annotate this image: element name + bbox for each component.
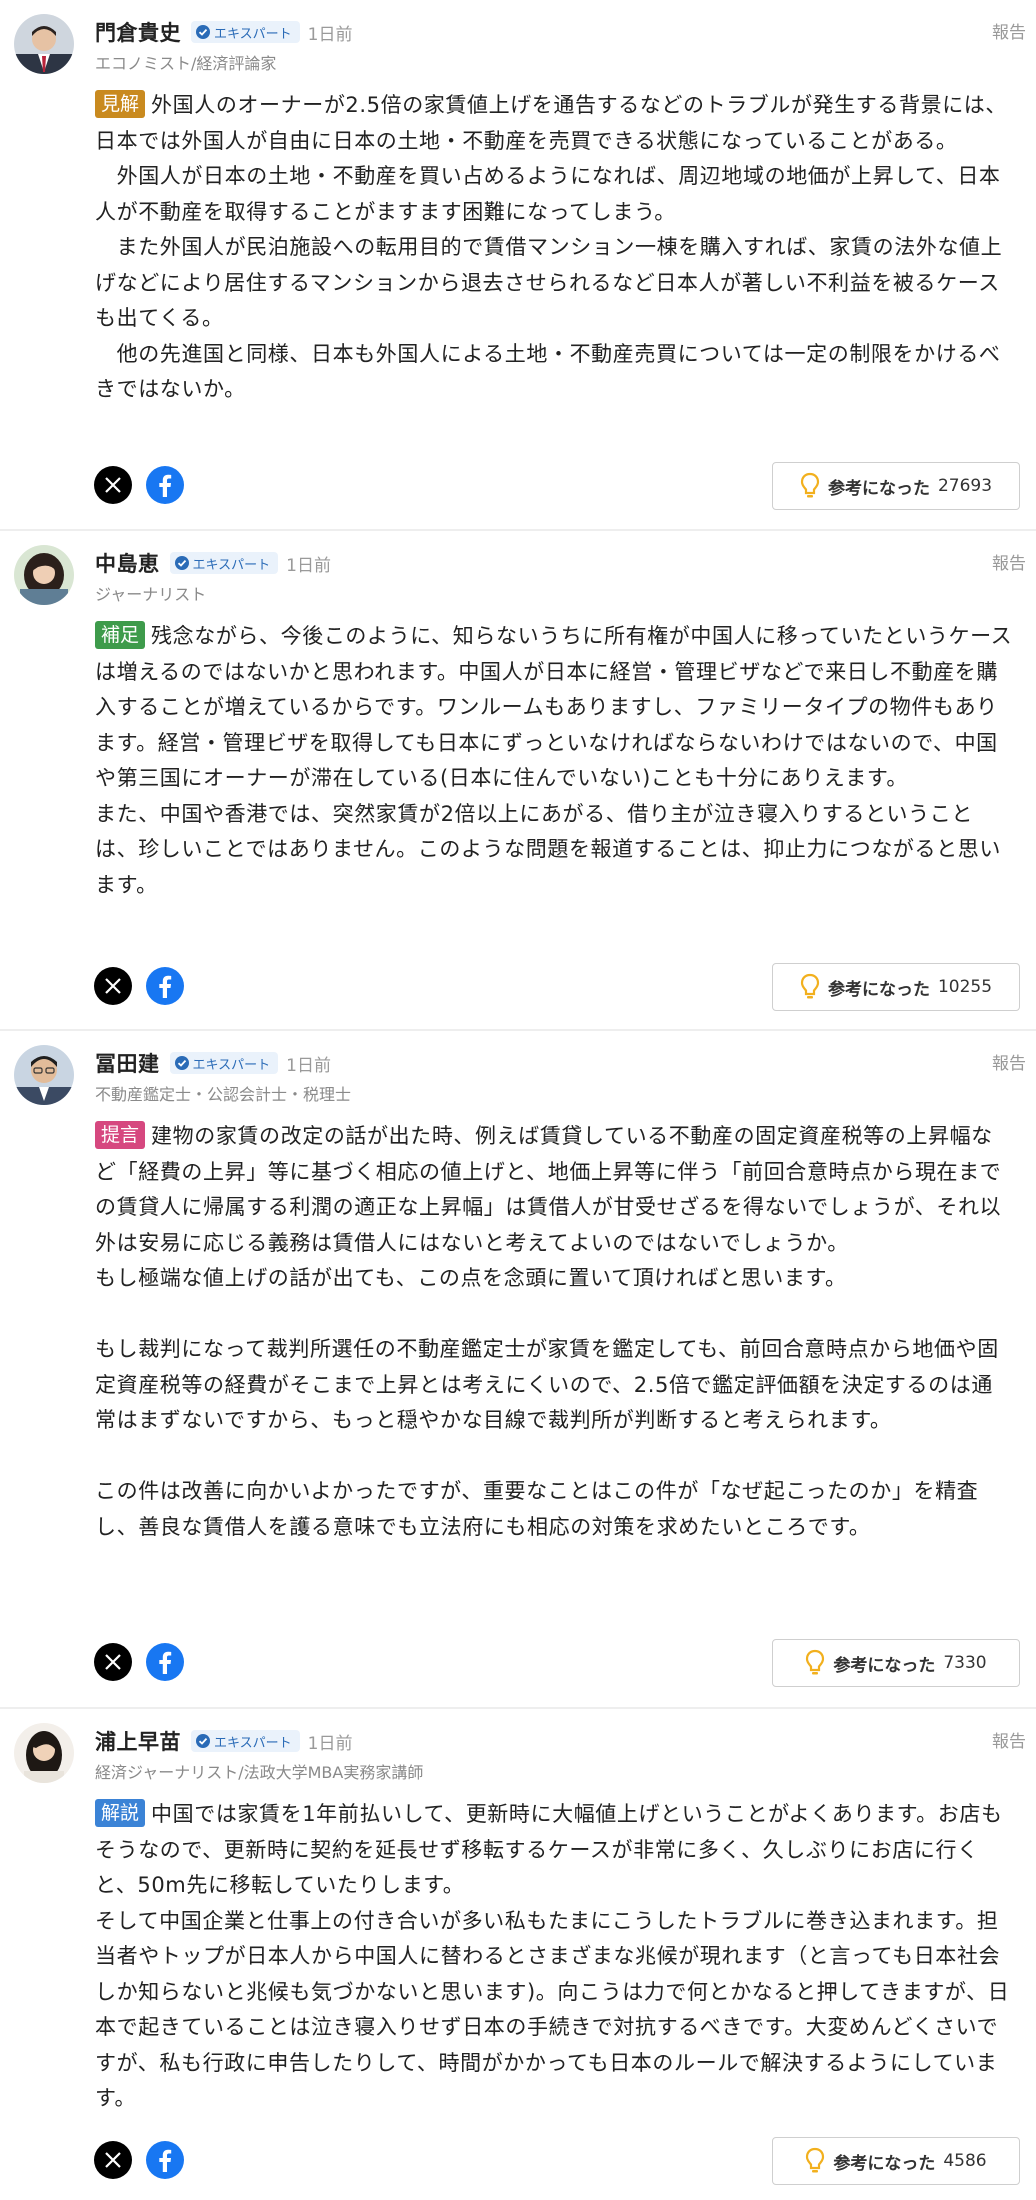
comment-header: 中島恵 エキスパート 1日前 ジャーナリスト 報告 xyxy=(95,547,1026,607)
helpful-button[interactable]: 参考になった 7330 xyxy=(772,1639,1020,1687)
helpful-button[interactable]: 参考になった 27693 xyxy=(772,462,1020,510)
comment-card: 冨田建 エキスパート 1日前 不動産鑑定士・公認会計士・税理士 報告 提言 建物の… xyxy=(0,1031,1036,1709)
share-facebook-button[interactable] xyxy=(146,1643,184,1681)
helpful-label: 参考になった xyxy=(827,478,930,499)
author-name[interactable]: 浦上早苗 xyxy=(95,1726,181,1756)
comment-card: 門倉貴史 エキスパート 1日前 エコノミスト/経済評論家 報告 見解 外国人のオー… xyxy=(0,0,1036,531)
author-name[interactable]: 冨田建 xyxy=(95,1048,160,1078)
facebook-logo-icon xyxy=(159,474,172,497)
report-link[interactable]: 報告 xyxy=(992,18,1026,43)
post-time: 1日前 xyxy=(286,1055,331,1076)
facebook-logo-icon xyxy=(159,975,172,998)
share-x-button[interactable] xyxy=(94,967,132,1005)
share-x-button[interactable] xyxy=(94,2141,132,2179)
comment-tag: 補足 xyxy=(95,621,146,649)
lightbulb-icon xyxy=(806,2147,825,2173)
comment-header: 冨田建 エキスパート 1日前 不動産鑑定士・公認会計士・税理士 報告 xyxy=(95,1047,1026,1107)
author-role: ジャーナリスト xyxy=(95,585,207,604)
verified-check-icon xyxy=(196,25,210,39)
comment-tag: 解説 xyxy=(95,1799,146,1827)
avatar[interactable] xyxy=(14,1723,74,1783)
comment-body: 補足 残念ながら、今後このように、知らないうちに所有権が中国人に移っていたというケ… xyxy=(95,619,1013,903)
x-logo-icon xyxy=(105,2152,121,2168)
facebook-logo-icon xyxy=(159,2149,172,2172)
author-name[interactable]: 中島恵 xyxy=(95,548,160,578)
helpful-label: 参考になった xyxy=(833,2153,936,2174)
helpful-count: 4586 xyxy=(943,2151,987,2171)
verified-check-icon xyxy=(174,556,189,570)
share-facebook-button[interactable] xyxy=(146,466,184,504)
avatar-image-icon xyxy=(14,1723,74,1783)
comment-text: 外国人のオーナーが2.5倍の家賃値上げを通告するなどのトラブルが発生する背景には… xyxy=(95,93,1008,401)
helpful-count: 27693 xyxy=(937,476,993,496)
comment-tag: 提言 xyxy=(95,1121,146,1149)
expert-badge-label: エキスパート xyxy=(214,26,292,42)
post-time: 1日前 xyxy=(307,1733,353,1754)
avatar[interactable] xyxy=(14,14,74,74)
facebook-logo-icon xyxy=(159,1651,172,1674)
report-link[interactable]: 報告 xyxy=(992,549,1026,574)
author-role: エコノミスト/経済評論家 xyxy=(95,54,277,73)
expert-badge-label: エキスパート xyxy=(192,557,271,573)
share-buttons xyxy=(94,2141,184,2179)
author-role: 経済ジャーナリスト/法政大学MBA実務家講師 xyxy=(95,1763,424,1782)
share-facebook-button[interactable] xyxy=(146,2141,184,2179)
comment-text: 残念ながら、今後このように、知らないうちに所有権が中国人に移っていたというケース… xyxy=(95,624,1013,897)
avatar[interactable] xyxy=(14,1045,74,1105)
helpful-button[interactable]: 参考になった 4586 xyxy=(772,2137,1020,2185)
helpful-label: 参考になった xyxy=(833,1655,936,1676)
post-time: 1日前 xyxy=(307,24,353,45)
verified-check-icon xyxy=(174,1056,189,1070)
helpful-count: 7330 xyxy=(943,1653,987,1673)
share-x-button[interactable] xyxy=(94,466,132,504)
comment-text: 中国では家賃を1年前払いして、更新時に大幅値上げということがよくあります。お店も… xyxy=(95,1802,1010,2110)
avatar[interactable] xyxy=(14,545,74,605)
report-link[interactable]: 報告 xyxy=(992,1049,1026,1074)
comment-card: 浦上早苗 エキスパート 1日前 経済ジャーナリスト/法政大学MBA実務家講師 報… xyxy=(0,1709,1036,2200)
share-facebook-button[interactable] xyxy=(146,967,184,1005)
expert-badge-label: エキスパート xyxy=(214,1735,292,1751)
helpful-button[interactable]: 参考になった 10255 xyxy=(772,963,1020,1011)
x-logo-icon xyxy=(105,978,121,994)
expert-badge: エキスパート xyxy=(191,21,300,43)
comment-tag: 見解 xyxy=(95,90,146,118)
share-buttons xyxy=(94,1643,184,1681)
avatar-image-icon xyxy=(14,1045,74,1105)
post-time: 1日前 xyxy=(286,555,331,576)
comment-body: 提言 建物の家賃の改定の話が出た時、例えば賃貸している不動産の固定資産税等の上昇幅… xyxy=(95,1119,1013,1545)
share-buttons xyxy=(94,466,184,504)
comment-header: 浦上早苗 エキスパート 1日前 経済ジャーナリスト/法政大学MBA実務家講師 報… xyxy=(95,1725,1026,1785)
report-link[interactable]: 報告 xyxy=(992,1727,1026,1752)
expert-badge-label: エキスパート xyxy=(192,1057,271,1073)
lightbulb-icon xyxy=(806,1649,825,1675)
helpful-count: 10255 xyxy=(937,977,993,997)
comment-text: 建物の家賃の改定の話が出た時、例えば賃貸している不動産の固定資産税等の上昇幅など… xyxy=(95,1124,1002,1539)
share-x-button[interactable] xyxy=(94,1643,132,1681)
comment-body: 見解 外国人のオーナーが2.5倍の家賃値上げを通告するなどのトラブルが発生する背景… xyxy=(95,88,1013,408)
author-name[interactable]: 門倉貴史 xyxy=(95,17,181,47)
comment-header: 門倉貴史 エキスパート 1日前 エコノミスト/経済評論家 報告 xyxy=(95,16,1026,76)
lightbulb-icon xyxy=(800,973,820,999)
x-logo-icon xyxy=(105,477,121,493)
author-role: 不動産鑑定士・公認会計士・税理士 xyxy=(95,1085,352,1104)
helpful-label: 参考になった xyxy=(827,979,930,1000)
lightbulb-icon xyxy=(800,472,820,498)
expert-badge: エキスパート xyxy=(191,1730,300,1752)
expert-badge: エキスパート xyxy=(169,1052,279,1074)
expert-badge: エキスパート xyxy=(169,552,279,574)
avatar-image-icon xyxy=(14,14,74,74)
verified-check-icon xyxy=(196,1734,210,1748)
comment-card: 中島恵 エキスパート 1日前 ジャーナリスト 報告 補足 残念ながら、今後このよう… xyxy=(0,531,1036,1031)
share-buttons xyxy=(94,967,184,1005)
comment-body: 解説 中国では家賃を1年前払いして、更新時に大幅値上げということがよくあります。お… xyxy=(95,1797,1013,2117)
avatar-image-icon xyxy=(14,545,74,605)
x-logo-icon xyxy=(105,1654,121,1670)
